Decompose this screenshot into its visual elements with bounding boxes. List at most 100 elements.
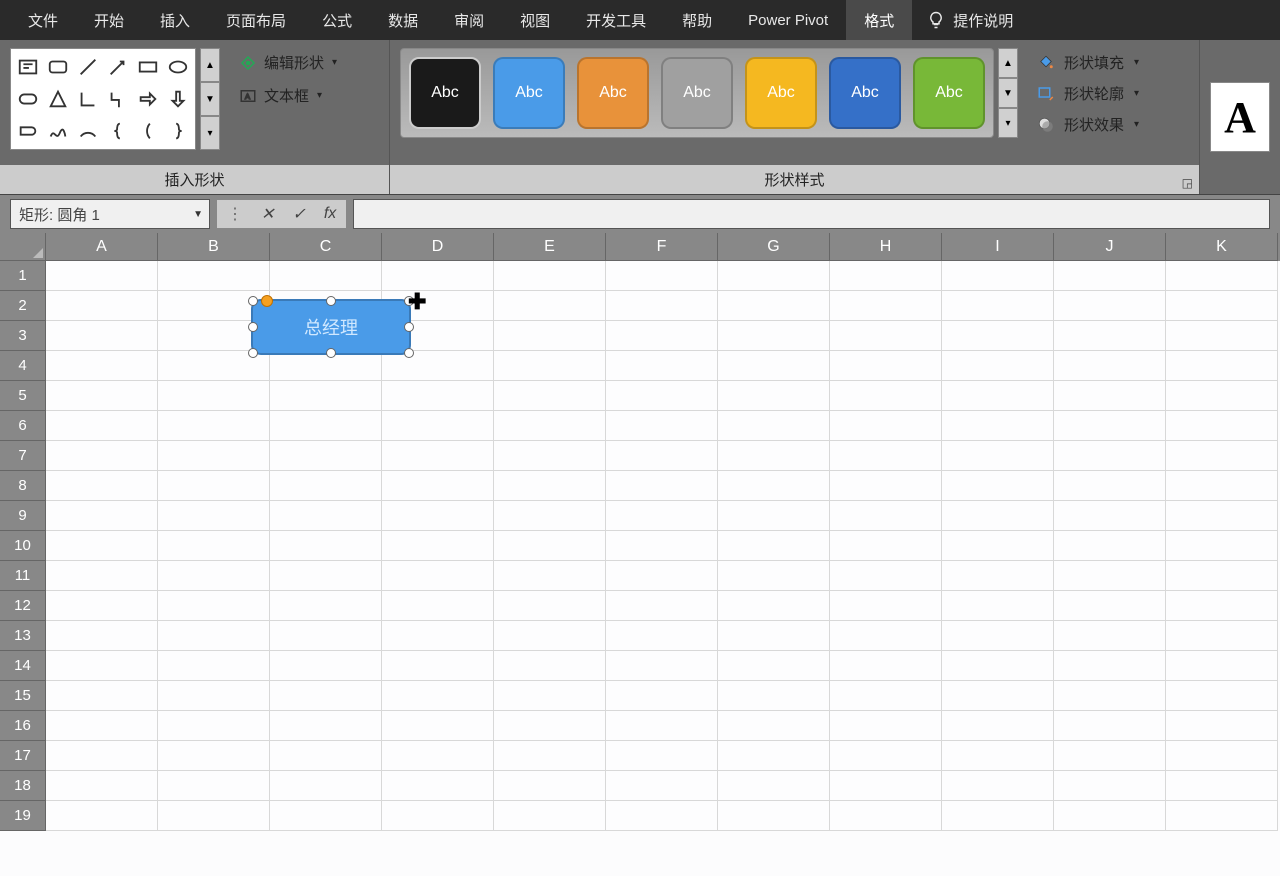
resize-handle-mr[interactable] bbox=[404, 322, 414, 332]
name-box-dropdown-icon[interactable]: ▼ bbox=[193, 209, 203, 220]
shape-brace-left-icon[interactable] bbox=[104, 116, 132, 146]
row-header[interactable]: 3 bbox=[0, 321, 46, 351]
cell[interactable] bbox=[1166, 561, 1278, 591]
cell[interactable] bbox=[718, 531, 830, 561]
row-header[interactable]: 8 bbox=[0, 471, 46, 501]
row-header[interactable]: 12 bbox=[0, 591, 46, 621]
cell[interactable] bbox=[158, 531, 270, 561]
shape-rectangle-icon[interactable] bbox=[134, 52, 162, 82]
cell[interactable] bbox=[382, 261, 494, 291]
cell[interactable] bbox=[830, 501, 942, 531]
resize-handle-br[interactable] bbox=[404, 348, 414, 358]
column-header[interactable]: B bbox=[158, 233, 270, 261]
row-header[interactable]: 11 bbox=[0, 561, 46, 591]
shape-rounded-rect2-icon[interactable] bbox=[14, 84, 42, 114]
cell[interactable] bbox=[1166, 591, 1278, 621]
cell[interactable] bbox=[158, 411, 270, 441]
cell[interactable] bbox=[1054, 591, 1166, 621]
shape-freeform-icon[interactable] bbox=[44, 116, 72, 146]
cell[interactable] bbox=[494, 531, 606, 561]
resize-handle-tl[interactable] bbox=[248, 296, 258, 306]
shape-effects-button[interactable]: 形状效果 ▾ bbox=[1036, 114, 1139, 135]
cell[interactable] bbox=[270, 411, 382, 441]
style-thumb-darkblue[interactable]: Abc bbox=[829, 57, 901, 129]
row-header[interactable]: 19 bbox=[0, 801, 46, 831]
cell[interactable] bbox=[1054, 621, 1166, 651]
row-header[interactable]: 5 bbox=[0, 381, 46, 411]
cell[interactable] bbox=[46, 651, 158, 681]
cell[interactable] bbox=[382, 501, 494, 531]
cell[interactable] bbox=[46, 801, 158, 831]
cell[interactable] bbox=[158, 771, 270, 801]
cell[interactable] bbox=[942, 771, 1054, 801]
tab-insert[interactable]: 插入 bbox=[142, 0, 208, 40]
cell[interactable] bbox=[606, 411, 718, 441]
cell[interactable] bbox=[718, 501, 830, 531]
cell[interactable] bbox=[942, 621, 1054, 651]
cell[interactable] bbox=[718, 381, 830, 411]
cell[interactable] bbox=[494, 411, 606, 441]
shape-right-arrow-icon[interactable] bbox=[134, 84, 162, 114]
cell[interactable] bbox=[382, 381, 494, 411]
column-header[interactable]: I bbox=[942, 233, 1054, 261]
column-header[interactable]: K bbox=[1166, 233, 1278, 261]
cell[interactable] bbox=[382, 621, 494, 651]
cell[interactable] bbox=[270, 531, 382, 561]
cell[interactable] bbox=[942, 321, 1054, 351]
column-header[interactable]: J bbox=[1054, 233, 1166, 261]
cell[interactable] bbox=[718, 411, 830, 441]
cell[interactable] bbox=[158, 711, 270, 741]
cell[interactable] bbox=[158, 651, 270, 681]
tab-page-layout[interactable]: 页面布局 bbox=[208, 0, 304, 40]
cell[interactable] bbox=[270, 381, 382, 411]
shape-flowchart-icon[interactable] bbox=[14, 116, 42, 146]
cell[interactable] bbox=[1054, 441, 1166, 471]
style-thumb-green[interactable]: Abc bbox=[913, 57, 985, 129]
cell[interactable] bbox=[382, 561, 494, 591]
cell[interactable] bbox=[1054, 321, 1166, 351]
cell[interactable] bbox=[270, 501, 382, 531]
cell[interactable] bbox=[718, 741, 830, 771]
cell[interactable] bbox=[942, 801, 1054, 831]
cell[interactable] bbox=[1054, 381, 1166, 411]
cell[interactable] bbox=[606, 501, 718, 531]
cell[interactable] bbox=[158, 801, 270, 831]
cell[interactable] bbox=[270, 771, 382, 801]
cell[interactable] bbox=[270, 561, 382, 591]
shape-triangle-icon[interactable] bbox=[44, 84, 72, 114]
text-box-button[interactable]: A 文本框 ▾ bbox=[238, 85, 337, 106]
cell[interactable] bbox=[270, 741, 382, 771]
cell[interactable] bbox=[158, 261, 270, 291]
shape-paren-left-icon[interactable] bbox=[134, 116, 162, 146]
cell[interactable] bbox=[830, 801, 942, 831]
cell[interactable] bbox=[1166, 771, 1278, 801]
cell[interactable] bbox=[46, 591, 158, 621]
style-scroll-up-icon[interactable]: ▲ bbox=[998, 48, 1018, 78]
cell[interactable] bbox=[1166, 441, 1278, 471]
cell[interactable] bbox=[830, 681, 942, 711]
shape-down-arrow-icon[interactable] bbox=[164, 84, 192, 114]
cell[interactable] bbox=[1166, 321, 1278, 351]
cell[interactable] bbox=[830, 441, 942, 471]
cell[interactable] bbox=[46, 561, 158, 591]
cell[interactable] bbox=[1054, 711, 1166, 741]
shapes-scroll-up-icon[interactable]: ▲ bbox=[200, 48, 220, 82]
cell[interactable] bbox=[46, 441, 158, 471]
cell[interactable] bbox=[606, 711, 718, 741]
cell[interactable] bbox=[382, 441, 494, 471]
cell[interactable] bbox=[1054, 471, 1166, 501]
column-header[interactable]: H bbox=[830, 233, 942, 261]
cell[interactable] bbox=[606, 261, 718, 291]
cell[interactable] bbox=[1166, 711, 1278, 741]
cell[interactable] bbox=[830, 651, 942, 681]
shape-outline-button[interactable]: 形状轮廓 ▾ bbox=[1036, 83, 1139, 104]
cell[interactable] bbox=[718, 351, 830, 381]
cell[interactable] bbox=[830, 771, 942, 801]
cell[interactable] bbox=[718, 771, 830, 801]
cell[interactable] bbox=[606, 351, 718, 381]
cell[interactable] bbox=[830, 711, 942, 741]
cell[interactable] bbox=[942, 381, 1054, 411]
shape-fill-button[interactable]: 形状填充 ▾ bbox=[1036, 52, 1139, 73]
cell[interactable] bbox=[606, 471, 718, 501]
cell[interactable] bbox=[1166, 351, 1278, 381]
